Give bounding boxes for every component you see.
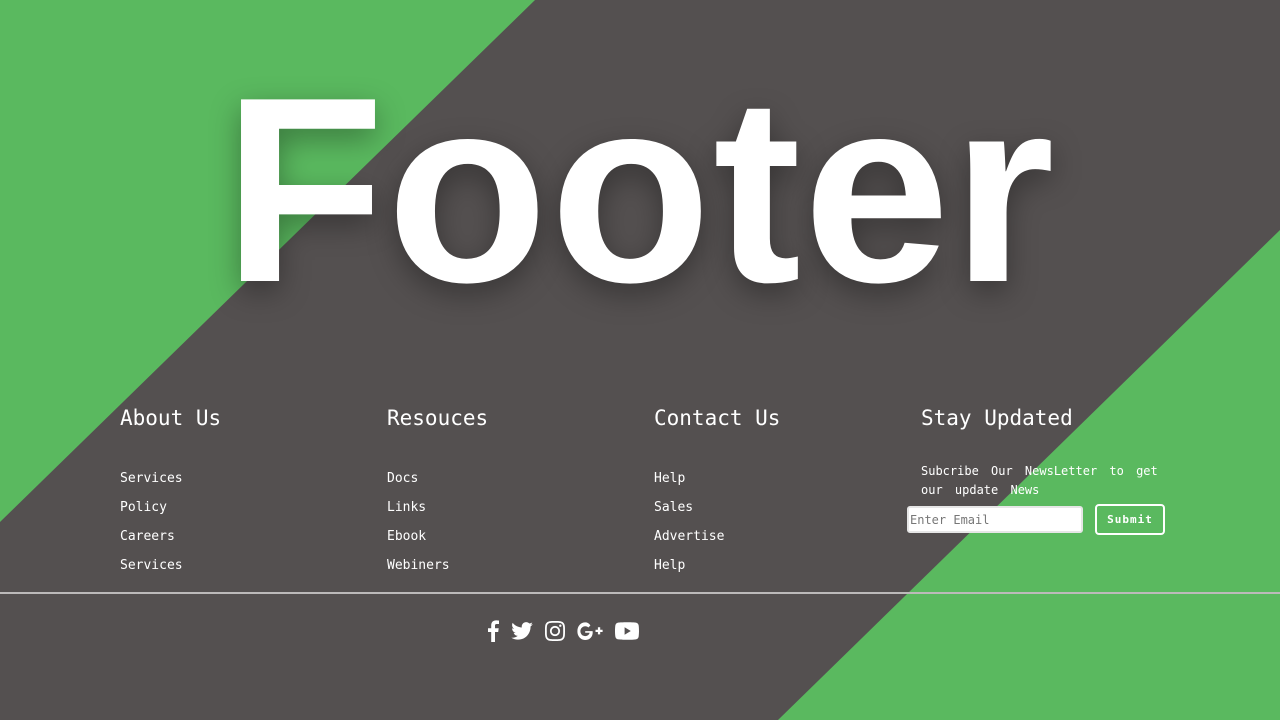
footer-link[interactable]: Docs xyxy=(387,471,418,486)
youtube-icon[interactable] xyxy=(615,622,639,640)
column-heading: Stay Updated xyxy=(921,406,1073,430)
column-heading: Contact Us xyxy=(654,406,781,430)
footer-column-resources: Resouces Docs Links Ebook Webiners xyxy=(387,404,488,580)
newsletter-description: Subcribe Our NewsLetter to get our updat… xyxy=(921,464,1158,497)
email-input[interactable] xyxy=(907,506,1083,533)
footer-link[interactable]: Careers xyxy=(120,529,175,544)
footer-link[interactable]: Policy xyxy=(120,500,167,515)
footer-column-contact: Contact Us Help Sales Advertise Help xyxy=(654,404,780,580)
facebook-icon[interactable] xyxy=(487,620,499,642)
footer-link[interactable]: Services xyxy=(120,558,183,573)
footer-column-about: About Us Services Policy Careers Service… xyxy=(120,404,221,580)
footer-link[interactable]: Advertise xyxy=(654,529,724,544)
footer-column-newsletter: Stay Updated Subcribe Our NewsLetter to … xyxy=(921,404,1166,500)
footer-divider xyxy=(0,592,1280,594)
instagram-icon[interactable] xyxy=(545,621,565,641)
submit-button[interactable]: Submit xyxy=(1095,504,1165,535)
twitter-icon[interactable] xyxy=(511,622,533,640)
footer-link[interactable]: Ebook xyxy=(387,529,426,544)
footer-link[interactable]: Help xyxy=(654,471,685,486)
footer-link[interactable]: Webiners xyxy=(387,558,450,573)
newsletter-form: Submit xyxy=(907,504,1165,535)
google-plus-icon[interactable] xyxy=(577,622,603,640)
column-heading: Resouces xyxy=(387,406,489,430)
footer-link[interactable]: Help xyxy=(654,558,685,573)
page-title: Footer xyxy=(223,42,1057,337)
social-links xyxy=(487,620,639,642)
column-heading: About Us xyxy=(120,406,222,430)
footer-link[interactable]: Links xyxy=(387,500,426,515)
footer-link[interactable]: Sales xyxy=(654,500,693,515)
footer-link[interactable]: Services xyxy=(120,471,183,486)
